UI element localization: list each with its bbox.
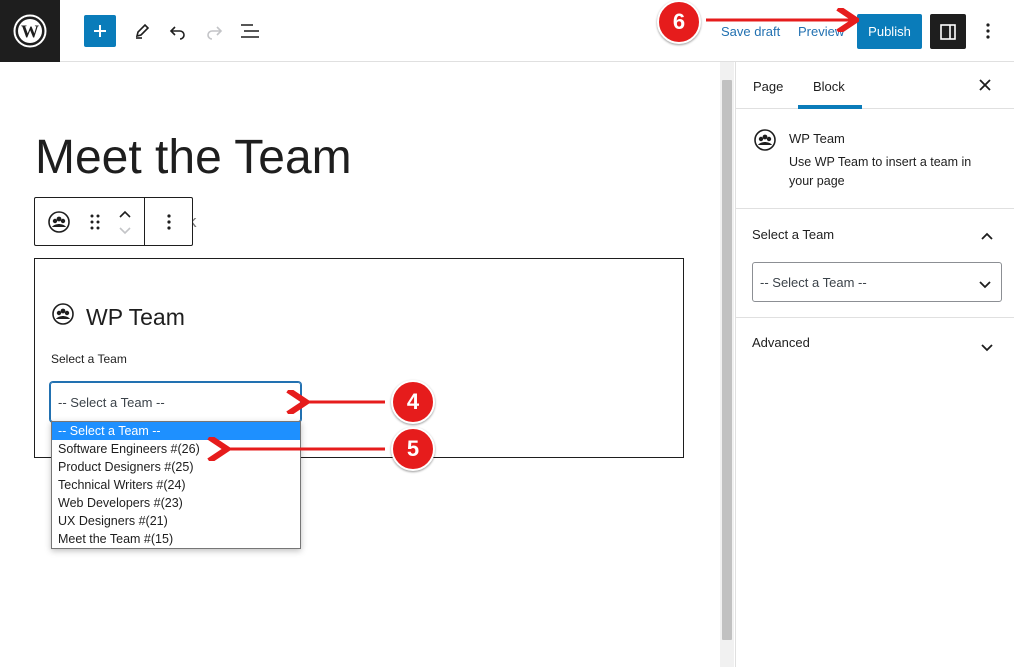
editor-scrollbar[interactable] <box>720 62 734 667</box>
panel-divider <box>736 208 1014 209</box>
move-up-down-icon[interactable] <box>107 198 145 245</box>
panel-select-team-title[interactable]: Select a Team <box>752 227 834 242</box>
block-info-title: WP Team <box>789 131 845 146</box>
list-view-icon[interactable] <box>234 15 266 47</box>
team-icon <box>52 303 74 331</box>
chevron-up-icon[interactable] <box>981 227 993 245</box>
page-title[interactable]: Meet the Team <box>35 130 352 185</box>
wordpress-logo-icon[interactable]: W <box>0 0 60 62</box>
svg-text:W: W <box>21 22 39 42</box>
close-icon[interactable] <box>979 75 991 96</box>
block-heading-text: WP Team <box>86 303 185 330</box>
sidebar-tabs: Page Block <box>736 62 1014 109</box>
annotation-badge-6: 6 <box>657 0 701 44</box>
dropdown-option[interactable]: Software Engineers #(26) <box>52 440 300 458</box>
drag-handle-icon[interactable] <box>83 198 107 245</box>
top-toolbar: W Save draft Preview Publish <box>0 0 1014 62</box>
more-options-icon[interactable] <box>972 15 1004 47</box>
preview-button[interactable]: Preview <box>798 24 844 39</box>
sidebar-team-select-value: -- Select a Team -- <box>760 275 867 290</box>
dropdown-option[interactable]: Product Designers #(25) <box>52 458 300 476</box>
settings-sidebar-toggle-icon[interactable] <box>930 14 966 49</box>
tab-block[interactable]: Block <box>813 79 845 94</box>
save-draft-button[interactable]: Save draft <box>721 24 780 39</box>
chevron-down-icon <box>979 277 991 292</box>
dropdown-option[interactable]: Meet the Team #(15) <box>52 530 300 548</box>
edit-pencil-icon[interactable] <box>126 15 158 47</box>
block-heading: WP Team <box>52 303 185 331</box>
dropdown-option[interactable]: Technical Writers #(24) <box>52 476 300 494</box>
sidebar-team-select[interactable]: -- Select a Team -- <box>752 262 1002 302</box>
settings-sidebar: Page Block WP Team Use WP Team to insert… <box>735 62 1014 667</box>
scrollbar-thumb[interactable] <box>722 80 732 640</box>
dropdown-option[interactable]: UX Designers #(21) <box>52 512 300 530</box>
block-toolbar <box>34 197 193 246</box>
panel-divider <box>736 317 1014 318</box>
team-icon <box>754 129 776 156</box>
dropdown-option[interactable]: Web Developers #(23) <box>52 494 300 512</box>
block-type-team-icon[interactable] <box>35 198 83 245</box>
block-info-card: WP Team Use WP Team to insert a team in … <box>736 109 1014 209</box>
team-select[interactable]: -- Select a Team -- <box>50 382 301 422</box>
team-dropdown-list: -- Select a Team -- Software Engineers #… <box>51 421 301 549</box>
chevron-down-icon[interactable] <box>981 339 993 357</box>
panel-advanced-title[interactable]: Advanced <box>752 335 810 350</box>
undo-icon[interactable] <box>162 15 194 47</box>
redo-icon[interactable] <box>198 15 230 47</box>
add-block-button[interactable] <box>84 15 116 47</box>
block-options-icon[interactable] <box>145 198 192 245</box>
annotation-badge-5: 5 <box>391 427 435 471</box>
select-team-label: Select a Team <box>51 352 127 366</box>
dropdown-option[interactable]: -- Select a Team -- <box>52 422 300 440</box>
tab-page[interactable]: Page <box>753 79 783 94</box>
publish-button[interactable]: Publish <box>857 14 922 49</box>
annotation-badge-4: 4 <box>391 380 435 424</box>
block-info-description: Use WP Team to insert a team in your pag… <box>789 155 972 188</box>
